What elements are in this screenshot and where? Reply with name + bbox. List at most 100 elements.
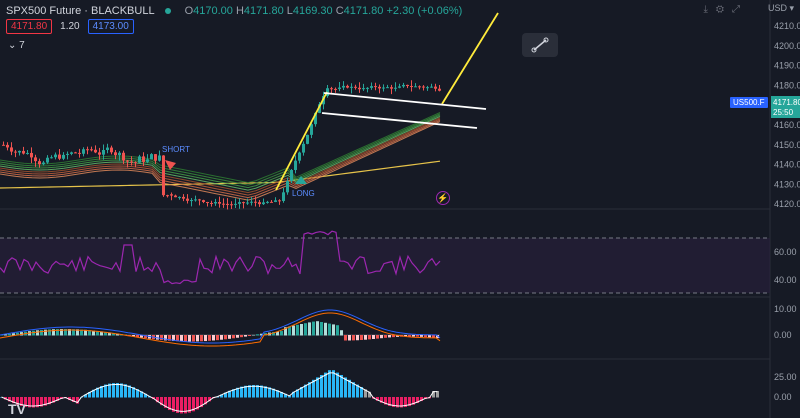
macd-histogram-bar (360, 335, 363, 341)
candle-body (254, 201, 257, 203)
macd-histogram-bar (304, 323, 307, 336)
macd-histogram-bar (308, 322, 311, 336)
macd-histogram-bar (332, 324, 335, 336)
candle-body (410, 86, 413, 88)
chart-canvas[interactable]: 4210.004200.004190.004180.004170.004160.… (0, 0, 800, 418)
candle-body (58, 154, 61, 159)
osc-histogram-bar (120, 383, 123, 398)
osc-histogram-bar (320, 375, 323, 398)
buy-button[interactable]: 4173.00 (87, 19, 134, 34)
osc-histogram-bar (116, 383, 119, 398)
countdown-label: 25:50 (773, 108, 794, 117)
candle-body (38, 161, 41, 165)
ribbon-ma-line (0, 121, 441, 201)
candle-body (134, 162, 137, 164)
macd-histogram-bar (408, 335, 411, 337)
price-change: +2.30 (+0.06%) (386, 5, 463, 17)
macd-histogram-bar (344, 335, 347, 341)
macd-histogram-bar (384, 335, 387, 338)
macd-histogram-bar (376, 335, 379, 339)
candle-body (170, 194, 173, 196)
macd-histogram-bar (252, 334, 255, 336)
trendline-tool-button[interactable] (522, 33, 558, 57)
macd-histogram-bar (212, 335, 215, 341)
candle-body (266, 201, 269, 203)
sell-button[interactable]: 4171.80 (6, 19, 53, 34)
candle-body (90, 149, 93, 151)
flash-icon[interactable]: ⚡ (436, 191, 450, 205)
macd-histogram-bar (312, 321, 315, 336)
ribbon-ma-line (0, 117, 441, 194)
candle-body (370, 86, 373, 88)
candle-body (398, 86, 401, 88)
candle-body (242, 202, 245, 204)
candle-body (414, 86, 417, 88)
osc-histogram-bar (256, 385, 259, 398)
candle-body (46, 157, 49, 163)
rsi-tick: 60.00 (774, 247, 797, 257)
candle-body (362, 88, 365, 90)
macd-histogram-bar (228, 335, 231, 339)
macd-histogram-bar (204, 335, 207, 342)
candle-body (390, 87, 393, 89)
price-tick: 4150.00 (774, 140, 800, 150)
candle-body (122, 152, 125, 161)
macd-histogram-bar (236, 335, 239, 338)
candle-body (354, 86, 357, 88)
candle-body (130, 161, 133, 163)
rsi-tick: 40.00 (774, 275, 797, 285)
candle-body (82, 149, 85, 154)
macd-histogram-bar (240, 335, 243, 338)
candle-body (310, 124, 313, 135)
macd-histogram-bar (280, 331, 283, 336)
price-tick: 4140.00 (774, 160, 800, 170)
candle-body (434, 86, 437, 89)
osc-signal-line (1, 372, 438, 412)
macd-histogram-bar (300, 324, 303, 336)
macd-histogram-bar (188, 335, 191, 342)
macd-histogram-bar (36, 330, 39, 336)
ribbon-ma-line (0, 119, 441, 199)
currency-selector[interactable]: USD ▾ (768, 3, 794, 14)
symbol-header[interactable]: SPX500 Future · BLACKBULL O4170.00 H4171… (6, 3, 462, 19)
candle-body (438, 88, 441, 91)
candle-body (54, 154, 57, 158)
candle-body (178, 196, 181, 198)
candle-body (350, 86, 353, 88)
price-tick: 4210.00 (774, 21, 800, 31)
settings-icon[interactable]: ⚙ (716, 4, 732, 15)
last-price-label: 4171.80 (773, 98, 800, 107)
macd-histogram-bar (40, 329, 43, 336)
candle-body (302, 143, 305, 153)
candle-body (430, 86, 433, 88)
download-icon[interactable]: ⤓ (703, 4, 715, 15)
macd-histogram-bar (416, 335, 419, 337)
macd-histogram-bar (296, 324, 299, 336)
trendline-icon (531, 37, 549, 53)
candle-body (382, 87, 385, 89)
candle-body (70, 152, 73, 154)
candle-body (78, 152, 81, 154)
macd-histogram-bar (232, 335, 235, 339)
candle-body (358, 87, 361, 90)
candle-body (278, 200, 281, 202)
candle-body (394, 87, 397, 89)
candle-body (338, 87, 341, 90)
candle-body (118, 152, 121, 156)
macd-histogram-bar (8, 333, 11, 336)
indicators-toggle[interactable]: ⌄ 7 (8, 40, 25, 51)
macd-histogram-bar (352, 335, 355, 341)
candle-body (186, 198, 189, 201)
candle-body (158, 155, 161, 161)
candle-body (166, 195, 169, 197)
candle-body (274, 200, 277, 202)
macd-histogram-bar (328, 323, 331, 336)
tradingview-logo: TV (8, 401, 26, 417)
candle-body (106, 147, 109, 151)
fullscreen-icon[interactable]: ⤢ (732, 4, 748, 15)
long-moving-average (0, 160, 441, 189)
candle-body (42, 162, 45, 165)
macd-histogram-bar (244, 335, 247, 337)
projection-line (441, 12, 499, 105)
osc-histogram-bar (332, 370, 335, 398)
